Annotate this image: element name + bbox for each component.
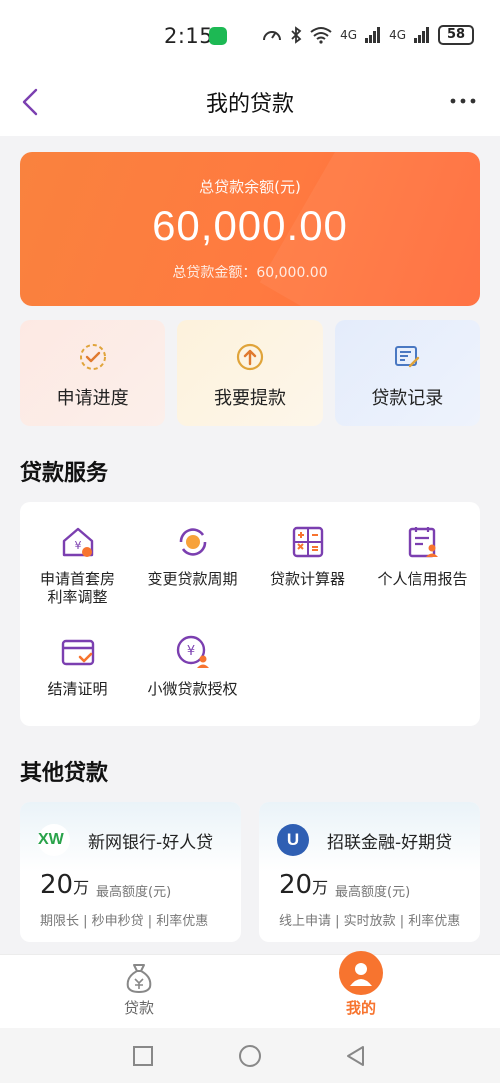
- speed-icon: [263, 31, 282, 41]
- svg-text:¥: ¥: [186, 644, 194, 659]
- service-label: 变更贷款周期: [147, 570, 238, 588]
- status-time: 2:15: [164, 24, 214, 48]
- home-icon[interactable]: [238, 1044, 262, 1068]
- loan-cycle-icon: [179, 528, 206, 556]
- loan-product-card[interactable]: XW 新网银行-好人贷 20万 最高额度(元) 期限长 | 秒申秒贷 | 利率优…: [20, 802, 241, 942]
- total-loan-amount: 总贷款金额：60,000.00: [172, 265, 328, 281]
- tab-label: 我的: [345, 999, 376, 1017]
- loan-product-name: 新网银行-好人贷: [88, 833, 214, 853]
- wifi-icon: [310, 27, 332, 44]
- upload-arrow-icon: [236, 343, 264, 371]
- svg-text:¥: ¥: [74, 539, 81, 552]
- recent-apps-icon[interactable]: [132, 1045, 154, 1067]
- service-label: 个人信用报告: [377, 570, 468, 588]
- loan-limit-label: 最高额度(元): [335, 885, 411, 900]
- service-settlement-certificate[interactable]: 结清证明: [20, 634, 135, 698]
- record-edit-icon: [395, 346, 420, 368]
- more-dots-icon: [450, 98, 476, 104]
- quick-action-label: 贷款记录: [371, 388, 444, 409]
- bluetooth-icon: [291, 26, 302, 44]
- services-section-title: 贷款服务: [20, 461, 109, 486]
- quick-action-label: 我要提款: [213, 388, 286, 409]
- network-4g-label-2: 4G: [389, 28, 406, 42]
- service-micro-loan-authorization[interactable]: ¥ 小微贷款授权: [135, 634, 250, 698]
- service-loan-calculator[interactable]: 贷款计算器: [250, 524, 365, 588]
- quick-actions: 申请进度 我要提款 贷款记录: [20, 320, 480, 426]
- service-change-loan-cycle[interactable]: 变更贷款周期: [135, 524, 250, 588]
- services-grid: ¥ 申请首套房 利率调整 变更贷款周期 贷款计算器 个人信用报告 结清证明 ¥ …: [20, 502, 480, 726]
- loan-tags: 期限长 | 秒申秒贷 | 利率优惠: [40, 914, 209, 929]
- battery-indicator: 58: [438, 25, 474, 45]
- service-credit-report[interactable]: 个人信用报告: [365, 524, 480, 588]
- service-label-line2: 利率调整: [47, 588, 108, 606]
- zhaolian-finance-logo: U: [277, 824, 309, 856]
- progress-check-icon: [79, 344, 106, 370]
- nav-bar: 我的贷款: [0, 70, 500, 136]
- balance-label: 总贷款余额(元): [199, 178, 301, 196]
- house-yuan-icon: ¥: [62, 527, 93, 557]
- system-navigation-bar: [0, 1028, 500, 1083]
- logo-text: XW: [38, 831, 64, 848]
- signal-icon-2: [414, 27, 429, 43]
- service-label: 小微贷款授权: [147, 680, 238, 698]
- tab-mine[interactable]: 我的: [236, 951, 486, 1029]
- status-bar: 2:15 4G 4G 58: [0, 0, 500, 70]
- service-label: 贷款计算器: [269, 570, 345, 588]
- service-label: 申请首套房: [39, 570, 115, 588]
- card-check-icon: [61, 639, 94, 666]
- more-button[interactable]: [448, 88, 478, 114]
- wechat-notification-icon: [209, 27, 227, 45]
- withdraw-button[interactable]: 我要提款: [177, 320, 323, 426]
- loan-max-amount: 20万: [40, 870, 89, 900]
- loan-amount-value: 20: [279, 870, 313, 900]
- loan-amount-unit: 万: [312, 878, 329, 897]
- loan-amount-value: 20: [40, 870, 74, 900]
- xinwang-bank-logo: XW: [38, 824, 70, 856]
- loan-limit-label: 最高额度(元): [96, 885, 172, 900]
- tab-loan[interactable]: 贷款: [14, 955, 264, 1029]
- quick-action-label: 申请进度: [56, 388, 129, 409]
- service-first-home-rate[interactable]: ¥ 申请首套房 利率调整: [20, 524, 135, 606]
- loan-tags: 线上申请 | 实时放款 | 利率优惠: [279, 914, 461, 929]
- status-icons: 4G 4G 58: [262, 25, 474, 45]
- signal-icon: [365, 27, 381, 43]
- loan-balance-card: 总贷款余额(元) 60,000.00 总贷款金额：60,000.00: [20, 152, 480, 306]
- balance-amount: 60,000.00: [152, 202, 348, 249]
- yuan-person-icon: ¥: [176, 635, 209, 668]
- loan-product-name: 招联金融-好期贷: [327, 833, 453, 853]
- loan-product-card[interactable]: U 招联金融-好期贷 20万 最高额度(元) 线上申请 | 实时放款 | 利率优…: [259, 802, 480, 942]
- application-progress-button[interactable]: 申请进度: [20, 320, 166, 426]
- page-title: 我的贷款: [205, 92, 294, 117]
- network-4g-label: 4G: [340, 28, 358, 42]
- loan-max-amount: 20万: [279, 870, 328, 900]
- service-label: 结清证明: [47, 680, 108, 698]
- person-icon: [350, 963, 372, 986]
- tab-label: 贷款: [123, 999, 154, 1017]
- money-bag-icon: [126, 964, 152, 994]
- other-loans-section-title: 其他贷款: [20, 761, 109, 786]
- calculator-icon: [292, 526, 323, 558]
- bottom-tab-bar: 贷款 我的: [0, 951, 500, 1029]
- loan-amount-unit: 万: [73, 878, 90, 897]
- loan-records-button[interactable]: 贷款记录: [334, 320, 480, 426]
- back-triangle-icon[interactable]: [344, 1044, 366, 1068]
- credit-report-icon: [408, 527, 438, 558]
- logo-text: U: [286, 830, 300, 849]
